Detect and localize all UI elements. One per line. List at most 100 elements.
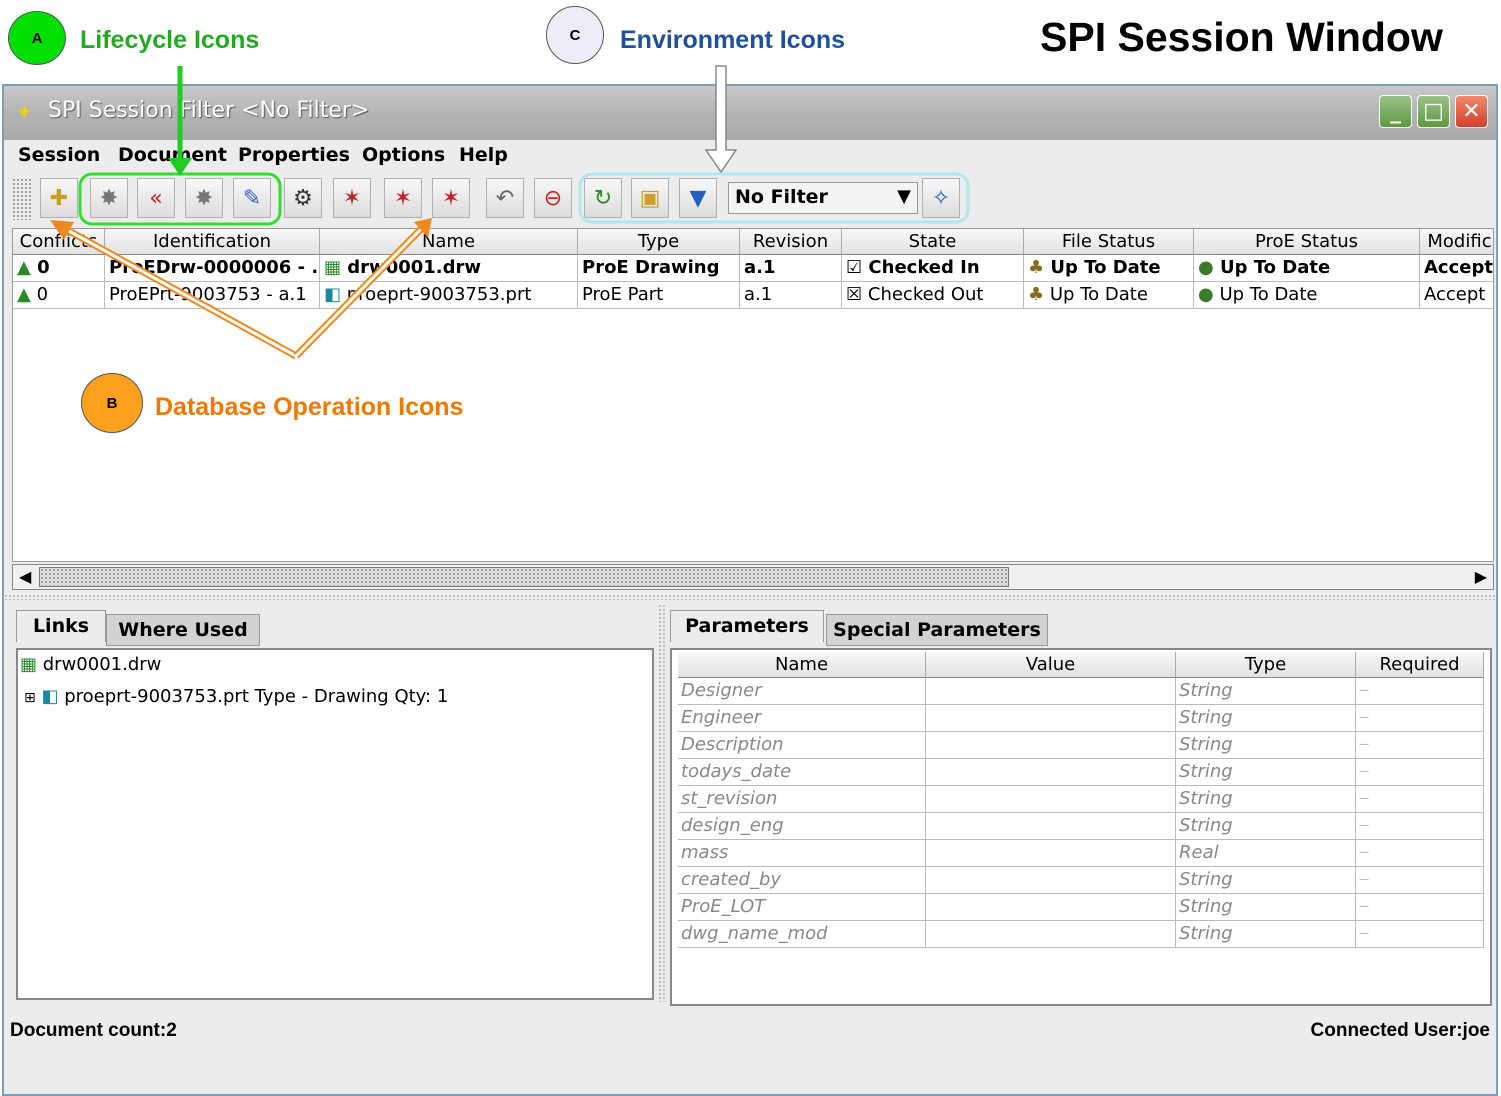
param-cell-value[interactable] — [926, 921, 1176, 948]
param-cell-name[interactable]: dwg_name_mod — [678, 921, 926, 948]
tab-special-parameters[interactable]: Special Parameters — [826, 614, 1048, 646]
column-header-identification[interactable]: Identification — [105, 229, 320, 255]
table-row-cell-proe-status[interactable]: ● Up To Date — [1194, 282, 1420, 309]
table-row-cell-conflicts[interactable]: ▲ 0 — [13, 282, 105, 309]
horizontal-scrollbar[interactable]: ◀ ▶ — [12, 564, 1494, 590]
param-cell-value[interactable] — [926, 867, 1176, 894]
param-cell-value[interactable] — [926, 786, 1176, 813]
param-cell-type[interactable]: String — [1176, 705, 1356, 732]
toolbar-grip[interactable] — [12, 178, 32, 220]
table-row-cell-state[interactable]: ☒ Checked Out — [842, 282, 1024, 309]
lifecycle-review-icon[interactable]: ✎ — [233, 178, 271, 218]
param-column-header[interactable]: Value — [926, 652, 1176, 678]
tab-links[interactable]: Links — [16, 610, 106, 642]
param-cell-required[interactable]: — — [1356, 678, 1484, 705]
column-header-file-status[interactable]: File Status — [1024, 229, 1194, 255]
param-cell-value[interactable] — [926, 678, 1176, 705]
tree-root-item[interactable]: ▦ drw0001.drw — [20, 654, 161, 675]
column-header-proe-status[interactable]: ProE Status — [1194, 229, 1420, 255]
table-row-cell-name[interactable]: ◧ proeprt-9003753.prt — [320, 282, 578, 309]
param-cell-name[interactable]: ProE_LOT — [678, 894, 926, 921]
param-cell-name[interactable]: mass — [678, 840, 926, 867]
column-header-revision[interactable]: Revision — [740, 229, 842, 255]
menu-properties[interactable]: Properties — [238, 144, 350, 166]
param-cell-value[interactable] — [926, 759, 1176, 786]
param-cell-type[interactable]: String — [1176, 759, 1356, 786]
table-row-cell-file-status[interactable]: ♣ Up To Date — [1024, 282, 1194, 309]
table-row-cell-file-status[interactable]: ♣ Up To Date — [1024, 255, 1194, 282]
param-cell-required[interactable]: — — [1356, 759, 1484, 786]
param-cell-required[interactable]: — — [1356, 894, 1484, 921]
param-cell-type[interactable]: String — [1176, 678, 1356, 705]
table-row-cell-type[interactable]: ProE Drawing — [578, 255, 740, 282]
param-cell-value[interactable] — [926, 813, 1176, 840]
table-row-cell-identification[interactable]: ProEDrw-0000006 - ... — [105, 255, 320, 282]
menu-session[interactable]: Session — [18, 144, 100, 166]
table-row-cell-revision[interactable]: a.1 — [740, 255, 842, 282]
db-checkin-all-icon[interactable]: ✶ — [432, 178, 470, 218]
param-cell-value[interactable] — [926, 705, 1176, 732]
scroll-left-icon[interactable]: ◀ — [19, 567, 31, 586]
param-column-header[interactable]: Name — [678, 652, 926, 678]
lifecycle-hold-icon[interactable]: ✸ — [185, 178, 223, 218]
param-cell-required[interactable]: — — [1356, 867, 1484, 894]
param-cell-type[interactable]: String — [1176, 786, 1356, 813]
menu-document[interactable]: Document — [118, 144, 227, 166]
param-cell-name[interactable]: Designer — [678, 678, 926, 705]
table-row-cell-modified[interactable]: Accept — [1420, 255, 1493, 282]
param-cell-required[interactable]: — — [1356, 840, 1484, 867]
table-row-cell-proe-status[interactable]: ● Up To Date — [1194, 255, 1420, 282]
param-cell-type[interactable]: String — [1176, 867, 1356, 894]
param-cell-value[interactable] — [926, 894, 1176, 921]
lifecycle-promote-icon[interactable]: ✸ — [90, 178, 128, 218]
lifecycle-demote-icon[interactable]: « — [137, 178, 175, 218]
column-header-name[interactable]: Name — [320, 229, 578, 255]
param-cell-type[interactable]: String — [1176, 732, 1356, 759]
table-row-cell-modified[interactable]: Accept — [1420, 282, 1493, 309]
db-undo-icon[interactable]: ↶ — [486, 178, 524, 218]
vertical-splitter[interactable] — [658, 604, 666, 1002]
table-row-cell-type[interactable]: ProE Part — [578, 282, 740, 309]
column-header-conflicts[interactable]: Conflicts — [13, 229, 105, 255]
table-row-cell-identification[interactable]: ProEPrt-9003753 - a.1 — [105, 282, 320, 309]
param-cell-name[interactable]: Engineer — [678, 705, 926, 732]
param-cell-required[interactable]: — — [1356, 705, 1484, 732]
param-column-header[interactable]: Type — [1176, 652, 1356, 678]
param-cell-value[interactable] — [926, 840, 1176, 867]
new-document-icon[interactable]: ✚ — [40, 178, 78, 218]
db-checkout-icon[interactable]: ✶ — [333, 178, 371, 218]
tab-parameters[interactable]: Parameters — [670, 610, 824, 642]
column-header-state[interactable]: State — [842, 229, 1024, 255]
table-row-cell-conflicts[interactable]: ▲ 0 — [13, 255, 105, 282]
param-cell-name[interactable]: created_by — [678, 867, 926, 894]
param-cell-required[interactable]: — — [1356, 786, 1484, 813]
db-checkin-icon[interactable]: ✶ — [384, 178, 422, 218]
expand-icon[interactable]: ⊞ — [24, 690, 36, 706]
env-workspace-icon[interactable]: ▣ — [631, 178, 669, 218]
column-header-type[interactable]: Type — [578, 229, 740, 255]
close-button[interactable]: ✕ — [1455, 95, 1488, 128]
tab-where-used[interactable]: Where Used — [106, 614, 260, 646]
db-attach-icon[interactable]: ⚙ — [284, 178, 322, 218]
param-cell-type[interactable]: String — [1176, 894, 1356, 921]
param-cell-type[interactable]: Real — [1176, 840, 1356, 867]
table-row-cell-state[interactable]: ☑ Checked In — [842, 255, 1024, 282]
param-column-header[interactable]: Required — [1356, 652, 1484, 678]
menu-help[interactable]: Help — [459, 144, 508, 166]
table-row-cell-name[interactable]: ▦ drw0001.drw — [320, 255, 578, 282]
column-header-modified[interactable]: Modific — [1420, 229, 1493, 255]
param-cell-required[interactable]: — — [1356, 732, 1484, 759]
filter-dropdown[interactable]: No Filter ▼ — [728, 182, 918, 214]
param-cell-name[interactable]: design_eng — [678, 813, 926, 840]
param-cell-required[interactable]: — — [1356, 921, 1484, 948]
param-cell-value[interactable] — [926, 732, 1176, 759]
table-row-cell-revision[interactable]: a.1 — [740, 282, 842, 309]
env-filter-icon[interactable]: ▼ — [679, 178, 717, 218]
scroll-right-icon[interactable]: ▶ — [1475, 567, 1487, 586]
env-refresh-icon[interactable]: ↻ — [584, 178, 622, 218]
param-cell-type[interactable]: String — [1176, 813, 1356, 840]
param-cell-type[interactable]: String — [1176, 921, 1356, 948]
env-settings-icon[interactable]: ✧ — [922, 178, 960, 218]
horizontal-splitter[interactable] — [4, 594, 1496, 600]
param-cell-name[interactable]: Description — [678, 732, 926, 759]
